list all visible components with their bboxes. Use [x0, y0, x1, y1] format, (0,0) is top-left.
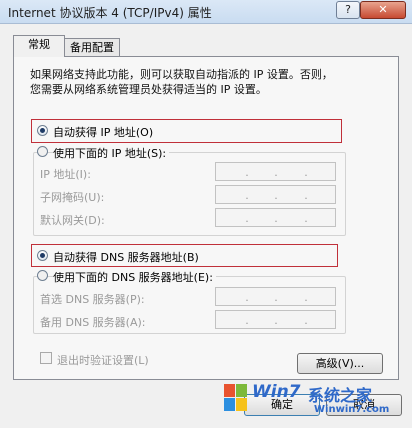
- tab-alternate-config[interactable]: 备用配置: [64, 38, 120, 57]
- help-button[interactable]: ?: [336, 1, 360, 19]
- auto-dns-radio[interactable]: [37, 250, 48, 261]
- default-gateway-label: 默认网关(D):: [40, 214, 105, 227]
- subnet-mask-field[interactable]: ...: [215, 185, 336, 204]
- manual-dns-radio[interactable]: [37, 270, 48, 281]
- ip-address-label: IP 地址(I):: [40, 168, 91, 181]
- close-button[interactable]: ✕: [360, 1, 406, 19]
- alternate-dns-label: 备用 DNS 服务器(A):: [40, 316, 146, 329]
- validate-checkbox[interactable]: [40, 352, 52, 364]
- advanced-button[interactable]: 高级(V)...: [297, 353, 383, 374]
- watermark-brand: Win7: [252, 382, 301, 402]
- window-title: Internet 协议版本 4 (TCP/IPv4) 属性: [8, 6, 212, 20]
- watermark: Win7 系统之家 Winwin7.com: [222, 378, 412, 428]
- watermark-site-name: 系统之家: [308, 386, 373, 405]
- subnet-mask-label: 子网掩码(U):: [40, 191, 105, 204]
- default-gateway-field[interactable]: ...: [215, 208, 336, 227]
- description-text: 如果网络支持此功能，则可以获取自动指派的 IP 设置。否则， 您需要从网络系统管…: [30, 67, 380, 97]
- description-line-2: 您需要从网络系统管理员处获得适当的 IP 设置。: [30, 83, 267, 96]
- ip-address-field[interactable]: ...: [215, 162, 336, 181]
- watermark-url: Winwin7.com: [314, 404, 390, 415]
- auto-ip-label[interactable]: 自动获得 IP 地址(O): [53, 124, 153, 140]
- manual-ip-radio[interactable]: [37, 146, 48, 157]
- validate-label[interactable]: 退出时验证设置(L): [57, 352, 149, 368]
- auto-ip-radio[interactable]: [37, 125, 48, 136]
- manual-ip-label[interactable]: 使用下面的 IP 地址(S):: [53, 145, 170, 161]
- manual-dns-label[interactable]: 使用下面的 DNS 服务器地址(E):: [53, 269, 216, 285]
- description-line-1: 如果网络支持此功能，则可以获取自动指派的 IP 设置。否则，: [30, 68, 333, 81]
- auto-dns-label[interactable]: 自动获得 DNS 服务器地址(B): [53, 249, 199, 265]
- preferred-dns-label: 首选 DNS 服务器(P):: [40, 293, 145, 306]
- title-bar: Internet 协议版本 4 (TCP/IPv4) 属性 ? ✕: [0, 0, 412, 24]
- tab-general[interactable]: 常规: [13, 35, 65, 57]
- alternate-dns-field[interactable]: ...: [215, 310, 336, 329]
- preferred-dns-field[interactable]: ...: [215, 287, 336, 306]
- windows-flag-icon: [224, 384, 248, 412]
